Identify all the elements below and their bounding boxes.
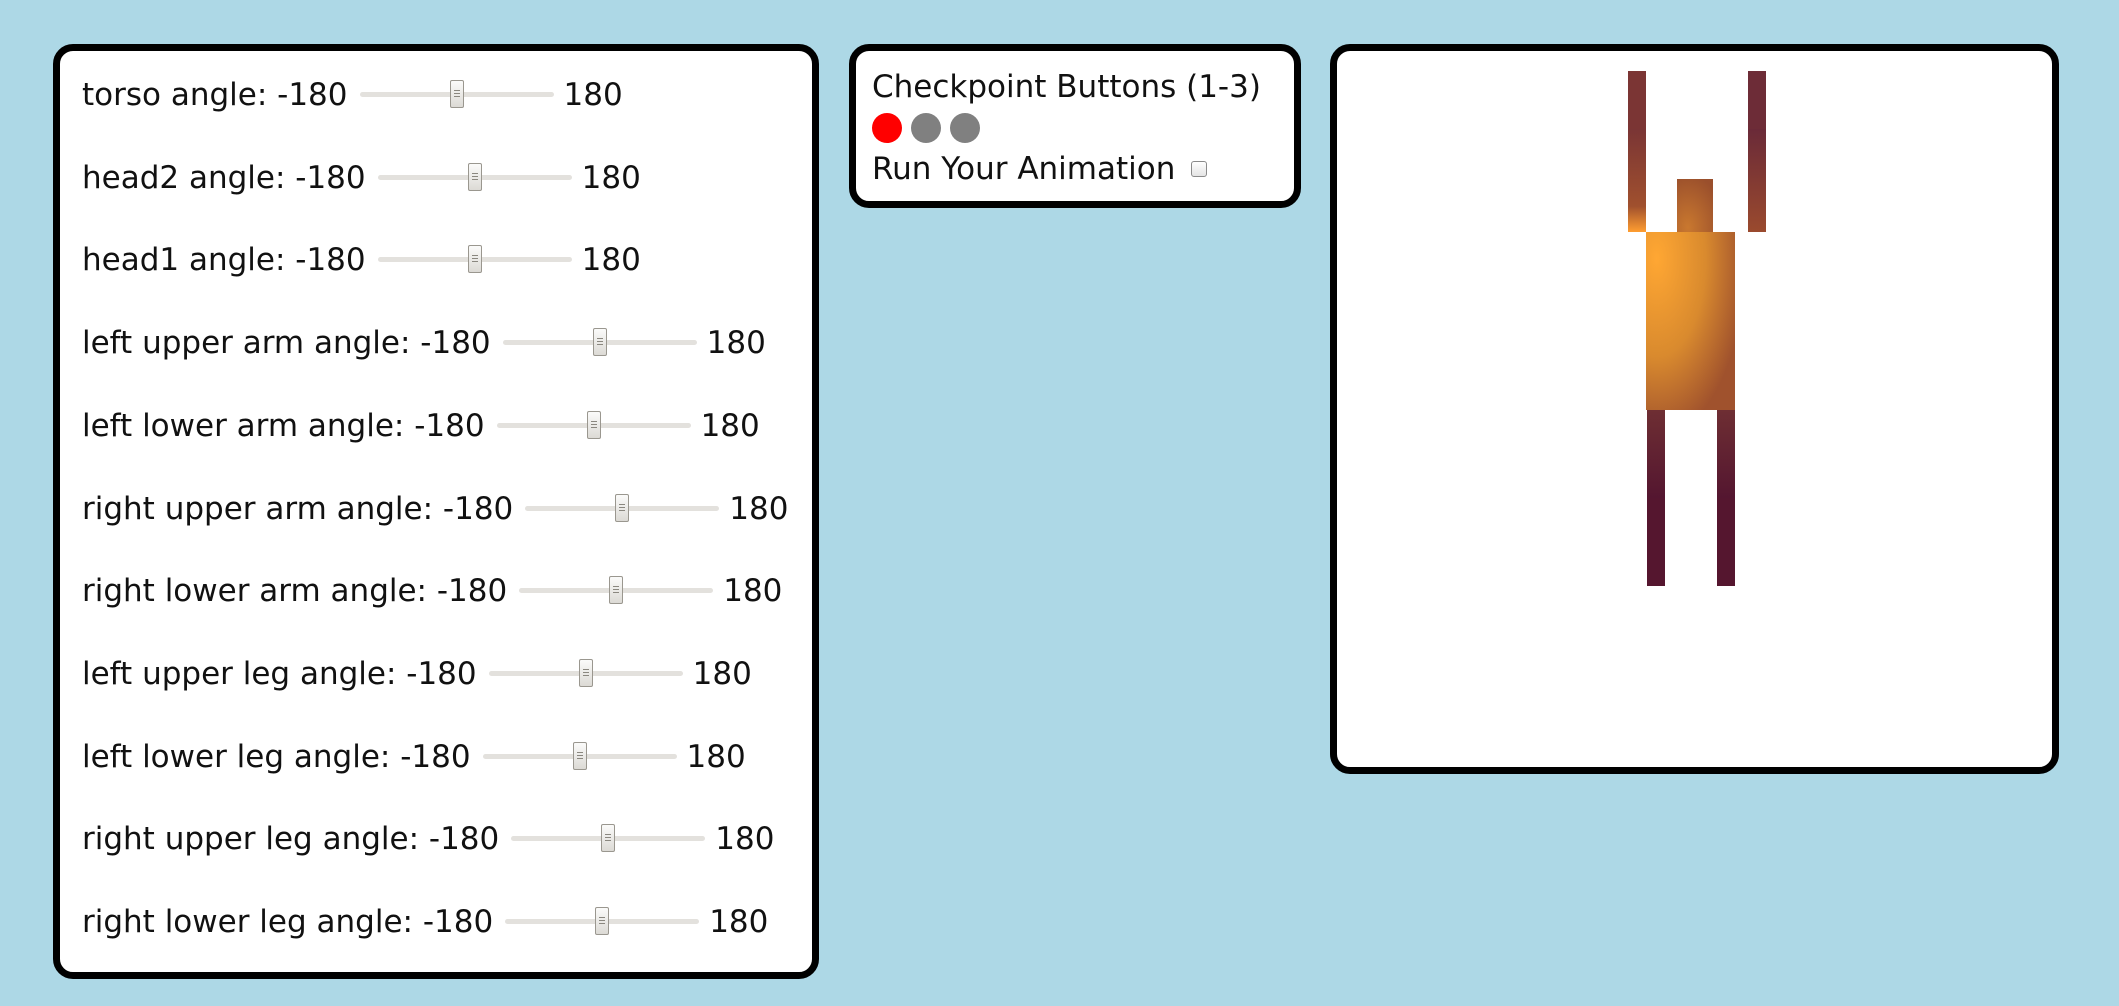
slider-row-head1: head1 angle: -180 180 [82, 235, 641, 285]
run-animation-checkbox[interactable] [1191, 161, 1208, 177]
slider-max-label: 180 [686, 738, 746, 775]
slider-row-left-upper-arm: left upper arm angle: -180 180 [82, 318, 766, 368]
checkpoint-title: Checkpoint Buttons (1-3) [872, 69, 1261, 105]
slider-max-label: 180 [563, 77, 623, 113]
stick-figure [1628, 71, 1766, 586]
left-upper-leg [1647, 410, 1665, 498]
slider-row-right-upper-arm: right upper arm angle: -180 180 [82, 484, 788, 534]
slider-left-lower-leg[interactable] [482, 737, 677, 777]
left-lower-arm [1628, 71, 1646, 129]
slider-label-left-lower-leg: left lower leg angle: -180 [82, 738, 471, 775]
slider-thumb[interactable] [572, 741, 587, 770]
slider-max-label: 180 [729, 490, 789, 527]
slider-max-label: 180 [723, 573, 783, 610]
slider-panel: torso angle: -180 180 head2 angle: -180 180… [53, 44, 819, 979]
slider-torso[interactable] [359, 75, 554, 115]
checkpoint-button-2[interactable] [911, 113, 941, 143]
slider-label-right-upper-arm: right upper arm angle: -180 [82, 490, 514, 527]
checkpoint-panel: Checkpoint Buttons (1-3) Run Your Animat… [849, 44, 1301, 208]
slider-row-right-lower-arm: right lower arm angle: -180 180 [82, 566, 782, 616]
slider-thumb[interactable] [609, 576, 624, 605]
slider-left-upper-arm[interactable] [502, 323, 697, 363]
slider-thumb[interactable] [586, 410, 601, 439]
slider-row-left-lower-arm: left lower arm angle: -180 180 [82, 401, 760, 451]
slider-right-upper-arm[interactable] [525, 489, 720, 529]
slider-row-head2: head2 angle: -180 180 [82, 153, 641, 203]
slider-row-right-lower-leg: right lower leg angle: -180 180 [82, 897, 768, 947]
head [1677, 179, 1713, 233]
slider-max-label: 180 [692, 655, 752, 692]
slider-label-head1: head1 angle: -180 [82, 242, 366, 279]
animation-canvas [1330, 44, 2059, 774]
slider-left-upper-leg[interactable] [488, 654, 683, 694]
slider-row-left-lower-leg: left lower leg angle: -180 180 [82, 732, 746, 782]
slider-right-lower-leg[interactable] [505, 902, 700, 942]
slider-max-label: 180 [709, 904, 769, 940]
run-animation-row: Run Your Animation [872, 151, 1208, 187]
slider-max-label: 180 [700, 407, 760, 444]
checkpoint-buttons [872, 113, 980, 143]
slider-right-upper-leg[interactable] [511, 819, 706, 859]
run-animation-label: Run Your Animation [872, 151, 1176, 187]
slider-label-right-upper-leg: right upper leg angle: -180 [82, 821, 500, 858]
left-upper-arm [1628, 129, 1646, 232]
slider-label-right-lower-arm: right lower arm angle: -180 [82, 573, 508, 610]
torso [1646, 232, 1735, 410]
slider-label-torso: torso angle: -180 [82, 77, 348, 113]
slider-thumb[interactable] [578, 658, 593, 687]
slider-thumb[interactable] [601, 824, 616, 853]
checkpoint-button-1[interactable] [872, 113, 902, 143]
slider-max-label: 180 [581, 159, 641, 196]
slider-label-head2: head2 angle: -180 [82, 159, 366, 196]
slider-max-label: 180 [715, 821, 775, 858]
slider-right-lower-arm[interactable] [519, 571, 714, 611]
slider-label-right-lower-leg: right lower leg angle: -180 [82, 904, 494, 940]
slider-label-left-upper-arm: left upper arm angle: -180 [82, 325, 491, 362]
slider-thumb[interactable] [449, 80, 464, 108]
slider-max-label: 180 [581, 242, 641, 279]
slider-thumb[interactable] [467, 245, 482, 274]
slider-head2[interactable] [377, 158, 572, 198]
right-lower-arm [1748, 71, 1766, 129]
slider-row-torso: torso angle: -180 180 [82, 70, 623, 120]
slider-left-lower-arm[interactable] [496, 406, 691, 446]
slider-thumb[interactable] [592, 328, 607, 357]
slider-thumb[interactable] [595, 907, 610, 935]
slider-thumb[interactable] [467, 162, 482, 191]
right-upper-arm [1748, 129, 1766, 232]
slider-head1[interactable] [377, 240, 572, 280]
right-lower-leg [1717, 498, 1735, 586]
left-lower-leg [1647, 498, 1665, 586]
slider-row-left-upper-leg: left upper leg angle: -180 180 [82, 649, 752, 699]
right-upper-leg [1717, 410, 1735, 498]
slider-max-label: 180 [706, 325, 766, 362]
slider-thumb[interactable] [615, 493, 630, 522]
checkpoint-button-3[interactable] [950, 113, 980, 143]
slider-label-left-lower-arm: left lower arm angle: -180 [82, 407, 485, 444]
slider-row-right-upper-leg: right upper leg angle: -180 180 [82, 814, 774, 864]
slider-label-left-upper-leg: left upper leg angle: -180 [82, 655, 477, 692]
